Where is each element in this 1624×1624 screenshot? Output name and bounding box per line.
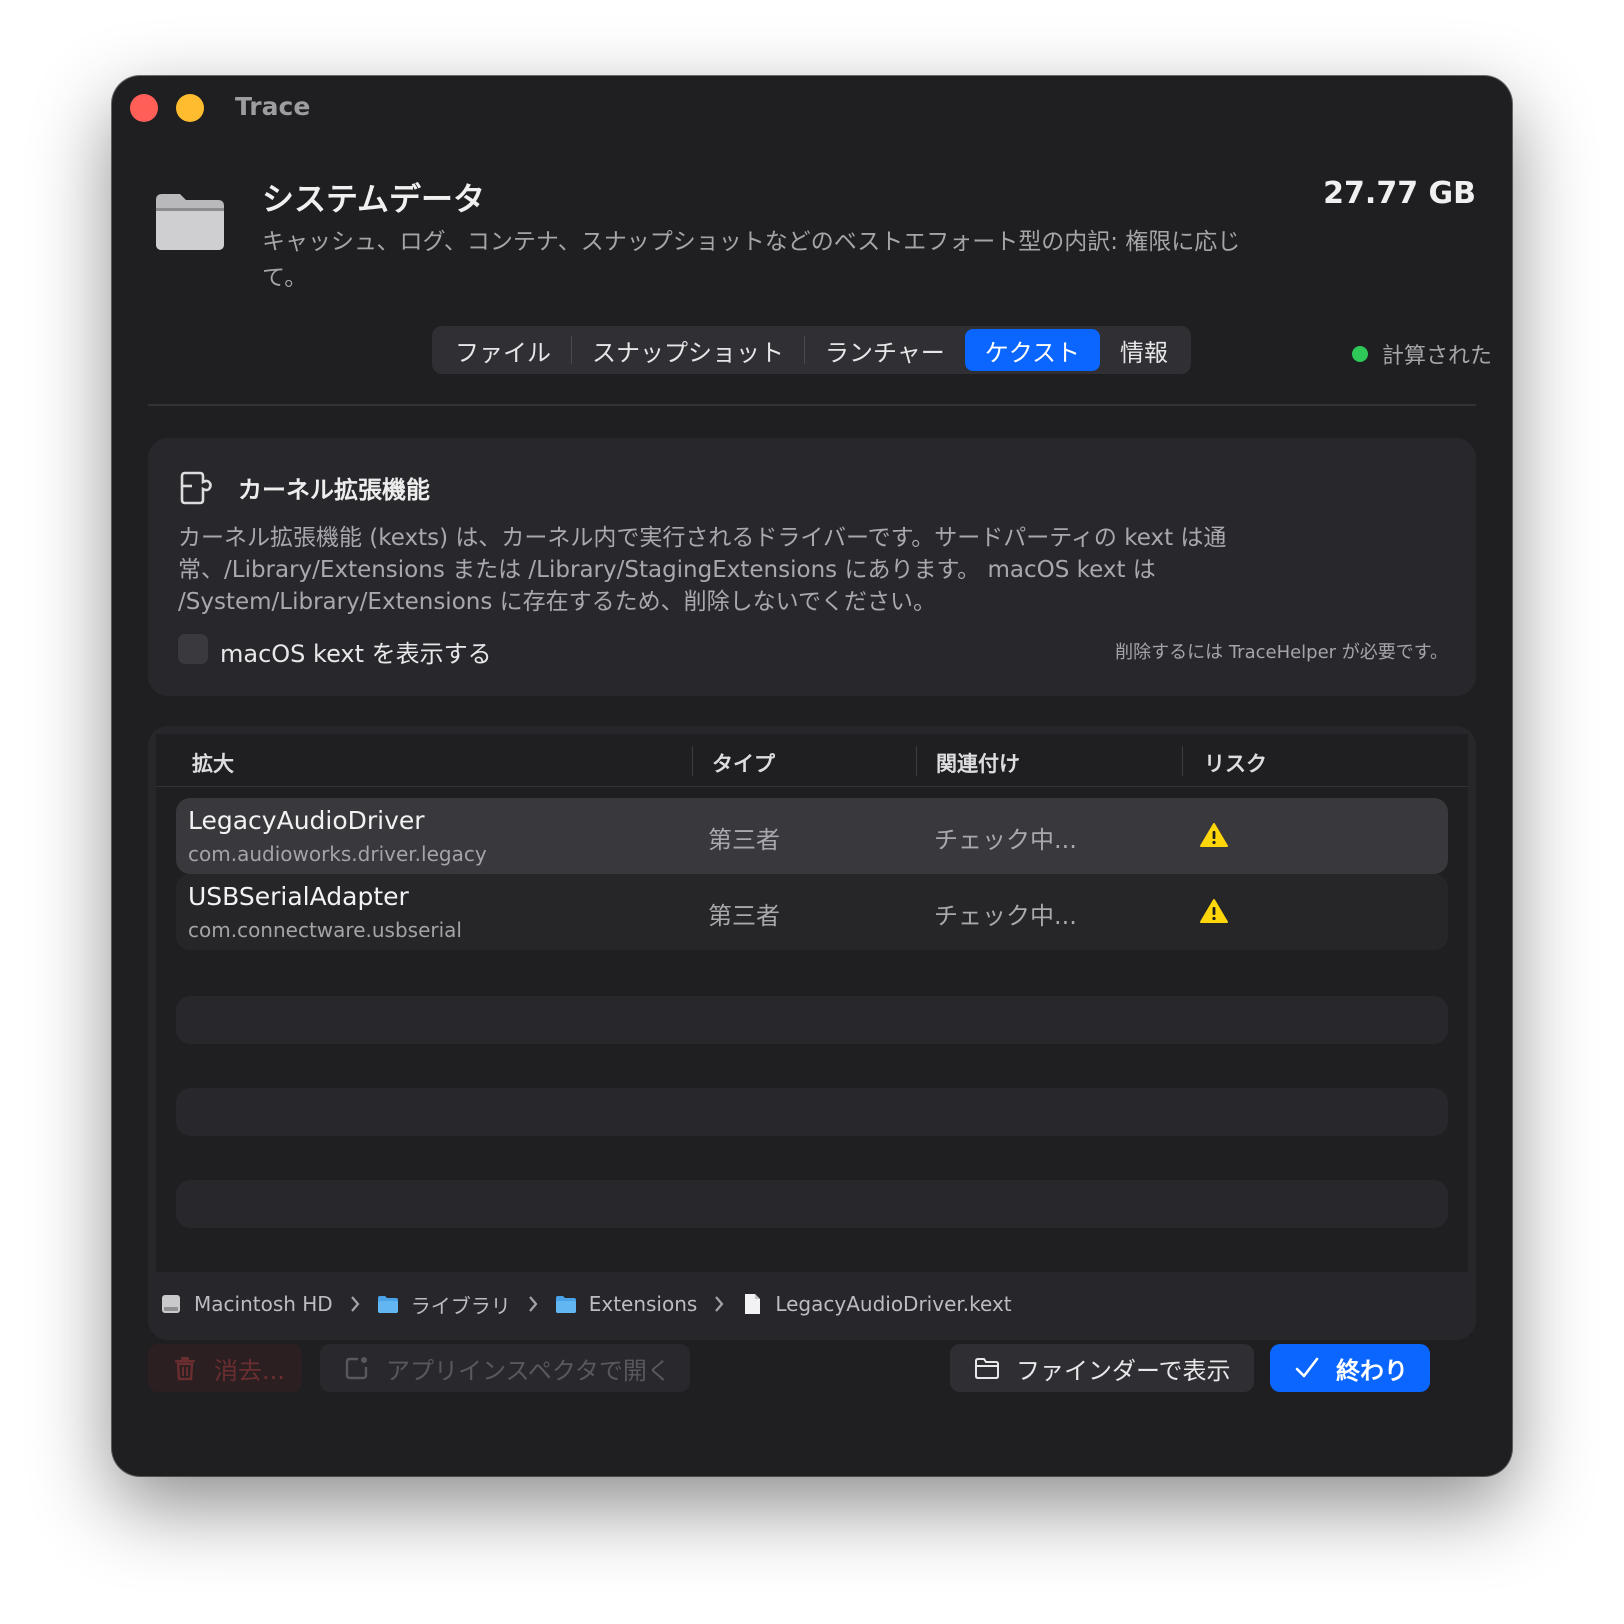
chevron-right-icon: [528, 1296, 538, 1312]
warning-icon: [1200, 899, 1228, 923]
kext-section-title: カーネル拡張機能: [238, 476, 430, 504]
kext-section-description: カーネル拡張機能 (kexts) は、カーネル内で実行されるドライバーです。サー…: [178, 525, 1227, 615]
kext-type: 第三者: [708, 902, 780, 930]
total-size: 27.77 GB: [1323, 176, 1476, 211]
tab-bar: ファイル スナップショット ランチャー ケクスト 情報: [432, 326, 1192, 374]
open-in-inspector-button[interactable]: アプリインスペクタで開く: [320, 1344, 690, 1392]
inspect-button-label: アプリインスペクタで開く: [386, 1356, 671, 1385]
helper-note: 削除するには TraceHelper が必要です。: [1115, 642, 1448, 663]
show-in-finder-button[interactable]: ファインダーで表示: [950, 1344, 1254, 1392]
tab-launchers[interactable]: ランチャー: [805, 329, 965, 371]
finder-button-label: ファインダーで表示: [1016, 1356, 1231, 1385]
header-divider: [148, 404, 1476, 406]
column-header-association[interactable]: 関連付け: [936, 748, 1020, 778]
tab-files[interactable]: ファイル: [435, 329, 571, 371]
path-label: LegacyAudioDriver.kext: [775, 1292, 1012, 1316]
column-header-risk[interactable]: リスク: [1204, 748, 1267, 778]
kext-association: チェック中...: [934, 902, 1077, 930]
path-bar: Macintosh HD ライブラリ Extensions LegacyAudi…: [160, 1284, 1012, 1324]
done-button[interactable]: 終わり: [1270, 1344, 1430, 1392]
window-title: Trace: [235, 92, 311, 121]
chevron-right-icon: [350, 1296, 360, 1312]
document-icon: [745, 1294, 761, 1314]
blue-folder-icon: [555, 1296, 576, 1313]
hard-drive-icon: [162, 1295, 180, 1313]
column-header-type[interactable]: タイプ: [712, 748, 775, 778]
column-separator[interactable]: [692, 746, 693, 776]
page-description: キャッシュ、ログ、コンテナ、スナップショットなどのベストエフォート型の内訳: 権…: [262, 229, 1241, 291]
empty-row: [176, 996, 1448, 1044]
kext-name: LegacyAudioDriver: [188, 806, 425, 835]
path-label: Extensions: [588, 1292, 698, 1316]
delete-button-label: 消去...: [214, 1356, 285, 1385]
kext-table: 拡大 タイプ 関連付け リスク LegacyAudioDriver com.au…: [156, 734, 1468, 1272]
show-macos-kext-checkbox[interactable]: [178, 634, 208, 664]
empty-row: [176, 1088, 1448, 1136]
header-underline: [156, 786, 1468, 787]
tab-snapshots[interactable]: スナップショット: [572, 329, 804, 371]
checkmark-icon: [1295, 1357, 1319, 1378]
app-window: Trace システムデータ キャッシュ、ログ、コンテナ、スナップショットなどのベ…: [112, 76, 1512, 1476]
table-row[interactable]: USBSerialAdapter com.connectware.usbseri…: [176, 874, 1448, 950]
path-crumb-disk[interactable]: Macintosh HD: [160, 1292, 333, 1316]
kext-association: チェック中...: [934, 826, 1077, 854]
trash-icon: [175, 1357, 195, 1381]
tab-info[interactable]: 情報: [1100, 329, 1188, 371]
warning-icon: [1200, 823, 1228, 847]
empty-row: [176, 1180, 1448, 1228]
calc-status: 計算された: [1351, 338, 1492, 370]
status-dot-icon: [1351, 346, 1368, 362]
kext-type: 第三者: [708, 826, 780, 854]
column-header-extension[interactable]: 拡大: [192, 748, 234, 778]
blue-folder-icon: [377, 1296, 398, 1313]
folder-icon: [156, 194, 224, 250]
path-label: Macintosh HD: [194, 1292, 333, 1316]
show-macos-kext-label[interactable]: macOS kext を表示する: [220, 634, 492, 669]
chevron-right-icon: [715, 1296, 724, 1312]
folder-outline-icon: [975, 1358, 999, 1379]
minimize-window-button[interactable]: [176, 94, 204, 122]
path-crumb-extensions[interactable]: Extensions: [555, 1292, 698, 1316]
delete-button[interactable]: 消去...: [148, 1344, 302, 1392]
kext-name: USBSerialAdapter: [188, 882, 409, 911]
path-crumb-file[interactable]: LegacyAudioDriver.kext: [741, 1292, 1012, 1316]
page-title: システムデータ: [262, 180, 486, 218]
table-row[interactable]: LegacyAudioDriver com.audioworks.driver.…: [176, 798, 1448, 874]
column-separator[interactable]: [916, 746, 917, 776]
column-separator[interactable]: [1182, 746, 1183, 776]
open-external-icon: [345, 1357, 368, 1380]
title-bar: Trace: [112, 76, 1512, 140]
done-button-label: 終わり: [1336, 1356, 1408, 1385]
puzzle-extension-icon: [180, 471, 212, 505]
kext-bundle-id: com.audioworks.driver.legacy: [188, 842, 487, 866]
tab-kexts[interactable]: ケクスト: [964, 329, 1101, 371]
path-crumb-library[interactable]: ライブラリ: [377, 1290, 511, 1319]
kext-table-card: 拡大 タイプ 関連付け リスク LegacyAudioDriver com.au…: [148, 726, 1476, 1340]
path-label: ライブラリ: [410, 1293, 511, 1318]
status-label: 計算された: [1381, 344, 1492, 369]
kext-bundle-id: com.connectware.usbserial: [188, 918, 462, 942]
kext-info-card: カーネル拡張機能 カーネル拡張機能 (kexts) は、カーネル内で実行されるド…: [148, 438, 1476, 696]
close-window-button[interactable]: [130, 94, 158, 122]
